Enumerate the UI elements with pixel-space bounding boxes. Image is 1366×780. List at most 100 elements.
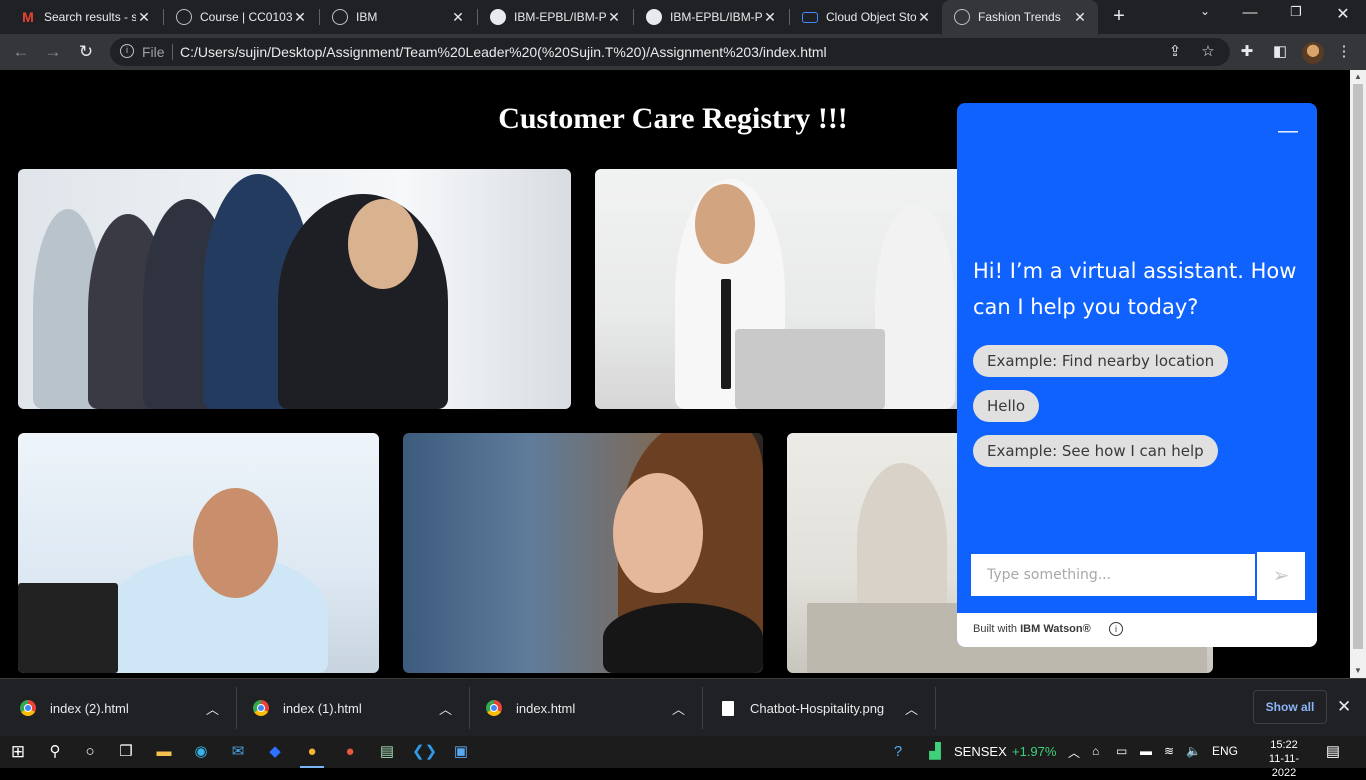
minimize-window-button[interactable]: — [1240, 4, 1260, 21]
chevron-up-icon[interactable]: ︿ [672, 699, 685, 718]
photos-icon[interactable]: ▣ [449, 740, 473, 764]
chevron-up-icon[interactable]: ︿ [905, 699, 918, 718]
download-item[interactable]: Chatbot-Hospitality.png [722, 679, 884, 737]
chevron-up-icon[interactable]: ︿ [1068, 744, 1080, 761]
github-icon [646, 9, 662, 25]
watson-chat-panel: — Hi! I’m a virtual assistant. How can I… [957, 103, 1317, 647]
share-icon[interactable]: ⇪ [1165, 42, 1185, 62]
close-icon[interactable]: ✕ [762, 9, 778, 26]
mail-icon[interactable]: ✉ [226, 740, 250, 764]
tab-search-chevron-icon[interactable]: ⌄ [1195, 4, 1215, 18]
ibm-cloud-icon [802, 11, 818, 23]
watson-brand: IBM Watson® [1020, 623, 1091, 635]
back-button[interactable]: ← [10, 41, 32, 63]
chevron-up-icon[interactable]: ︿ [439, 699, 452, 718]
new-tab-button[interactable]: + [1108, 5, 1130, 28]
close-icon[interactable]: ✕ [292, 9, 308, 26]
url-text[interactable]: C:/Users/sujin/Desktop/Assignment/Team%2… [180, 44, 827, 60]
omnibox-divider [172, 44, 173, 60]
close-icon[interactable]: ✕ [916, 9, 932, 26]
face [193, 488, 278, 598]
tab-title: Search results - s [44, 10, 136, 24]
person-figure [603, 603, 763, 673]
wifi-icon[interactable]: ≋ [1164, 744, 1174, 758]
tie [721, 279, 731, 389]
close-window-button[interactable]: ✕ [1333, 4, 1353, 24]
reload-button[interactable]: ↻ [75, 41, 97, 63]
show-all-downloads-button[interactable]: Show all [1253, 690, 1327, 724]
download-separator [702, 687, 703, 729]
globe-icon [954, 9, 970, 25]
cortana-icon[interactable]: ○ [78, 740, 102, 764]
scroll-up-arrow-icon[interactable]: ▲ [1350, 70, 1366, 84]
volume-icon[interactable]: 🔈 [1186, 744, 1201, 758]
suggestion-chip[interactable]: Example: Find nearby location [973, 345, 1229, 377]
chrome-icon [20, 700, 36, 716]
close-icon[interactable]: ✕ [136, 9, 152, 26]
info-icon[interactable]: i [1109, 622, 1123, 636]
download-item[interactable]: index.html [486, 679, 575, 737]
restore-window-button[interactable]: ❐ [1286, 4, 1306, 20]
tab-title: IBM-EPBL/IBM-P [670, 10, 762, 24]
forward-button[interactable]: → [42, 41, 64, 63]
help-icon[interactable]: ? [886, 740, 910, 764]
tab-ibm[interactable]: IBM ✕ [320, 0, 476, 34]
kebab-menu-icon[interactable]: ⋮ [1334, 42, 1354, 62]
side-panel-icon[interactable]: ◧ [1270, 42, 1290, 62]
edge-icon[interactable]: ◉ [189, 740, 213, 764]
face [348, 199, 418, 289]
tab-course[interactable]: Course | CC0103E ✕ [164, 0, 318, 34]
close-icon[interactable]: ✕ [606, 9, 622, 26]
close-icon[interactable]: ✕ [1072, 9, 1088, 26]
tab-title: IBM [356, 10, 378, 24]
person-figure [857, 463, 947, 623]
tab-title: Fashion Trends [978, 10, 1061, 24]
avatar[interactable] [1302, 42, 1324, 64]
info-icon[interactable]: i [120, 44, 134, 58]
tab-cloud-object-storage[interactable]: Cloud Object Sto ✕ [790, 0, 942, 34]
search-icon[interactable]: ⚲ [43, 740, 67, 764]
phone-link-icon[interactable]: ▭ [1116, 744, 1127, 758]
photo-agents-at-laptops [595, 169, 965, 409]
chrome-taskbar-icon[interactable]: ● [300, 740, 324, 768]
battery-icon[interactable]: ▬ [1140, 744, 1152, 758]
sensex-change[interactable]: +1.97% [1012, 744, 1056, 759]
tab-gmail[interactable]: M Search results - s ✕ [8, 0, 162, 34]
windows-start-icon[interactable]: ⊞ [6, 740, 30, 764]
page-scrollbar[interactable]: ▲ ▼ [1350, 70, 1366, 678]
bookmark-star-icon[interactable]: ☆ [1198, 42, 1218, 62]
download-separator [469, 687, 470, 729]
notifications-icon[interactable]: ▤ [1321, 740, 1345, 764]
scrollbar-thumb[interactable] [1353, 84, 1363, 649]
laptop [735, 329, 885, 409]
chrome-profile-icon[interactable]: ● [338, 740, 362, 764]
send-icon[interactable]: ➢ [1257, 552, 1305, 600]
sensex-label[interactable]: SENSEX [954, 744, 1007, 759]
download-item[interactable]: index (1).html [253, 679, 362, 737]
tab-title: Course | CC0103E [200, 10, 292, 24]
notepad-icon[interactable]: ▤ [375, 740, 399, 764]
tab-github-1[interactable]: IBM-EPBL/IBM-P ✕ [478, 0, 632, 34]
suggestion-chip[interactable]: Example: See how I can help [973, 435, 1218, 467]
extensions-puzzle-icon[interactable]: ✚ [1237, 42, 1257, 62]
chat-message-input[interactable] [971, 554, 1255, 596]
file-explorer-icon[interactable]: ▬ [152, 740, 176, 764]
meet-now-icon[interactable]: ⌂ [1092, 744, 1099, 758]
task-view-icon[interactable]: ❒ [114, 740, 138, 764]
chevron-up-icon[interactable]: ︿ [206, 699, 219, 718]
vscode-icon[interactable]: ❮❯ [412, 740, 437, 764]
language-indicator[interactable]: ENG [1212, 744, 1238, 758]
tab-fashion-trends[interactable]: Fashion Trends ✕ [942, 0, 1098, 34]
scroll-down-arrow-icon[interactable]: ▼ [1350, 664, 1366, 678]
address-bar[interactable]: i File C:/Users/sujin/Desktop/Assignment… [110, 38, 1230, 66]
system-clock[interactable]: 15:22 11-11-2022 [1262, 738, 1306, 780]
suggestion-chip[interactable]: Hello [973, 390, 1040, 422]
face [613, 473, 703, 593]
tab-github-2[interactable]: IBM-EPBL/IBM-P ✕ [634, 0, 788, 34]
chat-input-box[interactable] [969, 552, 1257, 598]
close-icon[interactable]: ✕ [450, 9, 466, 26]
dropbox-icon[interactable]: ◆ [263, 740, 287, 764]
download-item[interactable]: index (2).html [20, 679, 129, 737]
close-downloads-icon[interactable]: ✕ [1337, 697, 1351, 717]
minimize-chat-button[interactable]: — [1278, 121, 1298, 145]
